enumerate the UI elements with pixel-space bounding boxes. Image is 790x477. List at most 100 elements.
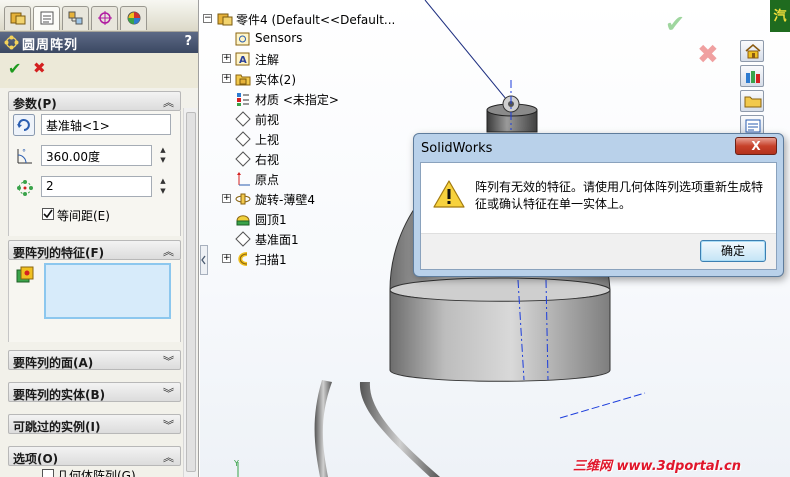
angle-icon: ° [15,146,35,169]
property-manager-scrollbar[interactable] [183,108,197,477]
tab-dimxpert-manager[interactable] [91,6,118,30]
sweep-icon [235,251,251,270]
group-parameters-label: 参数(P) [13,97,57,111]
tab-feature-manager[interactable] [4,6,31,30]
appearance-icon [127,11,141,25]
dialog-title: SolidWorks [421,141,493,156]
geometry-pattern-checkbox[interactable] [42,469,54,477]
property-manager-panel: 圆周阵列 ? ✔ ✖ 参数(P) ︽ 基准轴<1> ° 360.00度 ▲ ▼ 2… [0,0,199,477]
collapse-toggle[interactable]: − [203,14,212,23]
manager-tab-strip [0,0,198,32]
equal-spacing-label: 等间距(E) [57,209,110,223]
dialog-close-button[interactable]: X [735,137,777,155]
expand-toggle[interactable]: + [222,254,231,263]
chevron-up-icon: ︽ [163,245,174,258]
group-bodies-header[interactable]: 要阵列的实体(B) ︾ [8,382,181,402]
features-selection-box[interactable] [44,263,171,319]
tree-item[interactable]: 基准面1 [222,230,402,248]
checkbox-unchecked-icon [42,469,54,477]
expand-toggle[interactable]: + [222,194,231,203]
instance-count-icon [15,178,35,201]
help-button[interactable]: ? [184,34,192,49]
home-icon [745,44,761,59]
dome-icon [235,211,251,230]
part-icon [217,13,233,26]
group-features-label: 要阵列的特征(F) [13,246,105,260]
ok-button[interactable]: ✔ [8,59,26,78]
folder-icon [744,96,762,108]
crosshair-icon [98,11,112,25]
chevron-down-icon: ︾ [163,355,174,368]
expand-toggle[interactable]: + [222,74,231,83]
tree-item[interactable]: + 旋转-薄壁4 [222,190,402,208]
tree-item[interactable]: 圆顶1 [222,210,402,228]
tree-item-label: 前视 [255,113,280,127]
tree-item-label: 实体(2) [255,73,296,87]
dialog-button-area: 确定 [421,233,776,269]
angle-spinner[interactable]: ▲ ▼ [158,145,168,165]
library-icon [746,71,760,83]
top-right-toolbar-label[interactable]: 汽 [770,0,790,32]
group-features-header[interactable]: 要阵列的特征(F) ︽ [8,240,181,260]
tree-item[interactable]: Sensors [222,30,402,48]
angle-field[interactable]: 360.00度 [41,145,152,166]
instance-count-field[interactable]: 2 [41,176,152,197]
tree-item[interactable]: 材质 <未指定> [222,90,402,108]
annotation-icon: A [235,51,251,70]
group-skip-header[interactable]: 可跳过的实例(I) ︾ [8,414,181,434]
property-manager-title: 圆周阵列 [22,38,79,53]
group-options-header[interactable]: 选项(O) ︽ [8,446,181,466]
tree-item-label: 注解 [255,53,280,67]
cancel-button[interactable]: ✖ [33,59,51,77]
tree-item[interactable]: 右视 [222,150,402,168]
tree-item-label: 旋转-薄壁4 [255,193,315,207]
group-parameters-header[interactable]: 参数(P) ︽ [8,91,181,111]
checkmark-icon: ✔ [8,59,22,78]
dialog-message-area: 阵列有无效的特征。请使用几何体阵列选项重新生成特征或确认特征在单一实体上。 [421,163,776,233]
feature-select-icon [15,266,35,289]
group-faces-header[interactable]: 要阵列的面(A) ︾ [8,350,181,370]
revolve-icon [235,191,251,210]
feature-manager-icon [10,12,26,25]
dialog-ok-button[interactable]: 确定 [700,240,766,262]
panel-splitter-handle[interactable] [200,245,208,275]
warning-icon [433,180,465,208]
error-dialog: SolidWorks X 阵列有无效的特征。请使用几何体阵列选项重新生成特征或确… [413,133,784,277]
confirm-ok-icon[interactable]: ✔ [665,10,685,38]
circular-pattern-icon [4,35,19,50]
tree-item[interactable]: 原点 [222,170,402,188]
solid-bodies-icon [235,71,251,90]
expand-toggle[interactable]: + [222,54,231,63]
tree-item[interactable]: 前视 [222,110,402,128]
task-pane-toolbar [740,40,766,140]
svg-text:°: ° [22,148,26,157]
file-explorer-button[interactable] [740,90,764,112]
design-library-button[interactable] [740,65,764,87]
plane-icon [235,111,251,130]
checkbox-checked-icon [42,208,54,220]
tree-item[interactable]: + 扫描1 [222,250,402,268]
group-bodies-label: 要阵列的实体(B) [13,388,106,402]
confirm-cancel-icon[interactable]: ✖ [697,40,719,70]
svg-text:Y: Y [233,459,239,468]
chevron-up-icon: ︽ [163,96,174,109]
sensor-icon [235,31,251,50]
property-manager-icon [40,11,54,25]
tab-property-manager[interactable] [33,6,60,30]
reverse-direction-button[interactable] [13,114,35,139]
group-skip-label: 可跳过的实例(I) [13,420,101,434]
tree-item[interactable]: + 实体(2) [222,70,402,88]
home-button[interactable] [740,40,764,62]
tree-root[interactable]: − 零件4 (Default<<Default... [203,10,403,28]
axis-field[interactable]: 基准轴<1> [41,114,171,135]
tree-item[interactable]: + A 注解 [222,50,402,68]
tree-item-label: 材质 <未指定> [255,93,339,107]
tree-item[interactable]: 上视 [222,130,402,148]
tab-configuration-manager[interactable] [62,6,89,30]
equal-spacing-checkbox[interactable] [42,208,54,223]
tab-display-manager[interactable] [120,6,147,30]
geometry-pattern-label: 几何体阵列(G) [57,469,136,477]
configuration-manager-icon [68,11,83,25]
scrollbar-thumb[interactable] [186,112,196,472]
count-spinner[interactable]: ▲ ▼ [158,176,168,196]
